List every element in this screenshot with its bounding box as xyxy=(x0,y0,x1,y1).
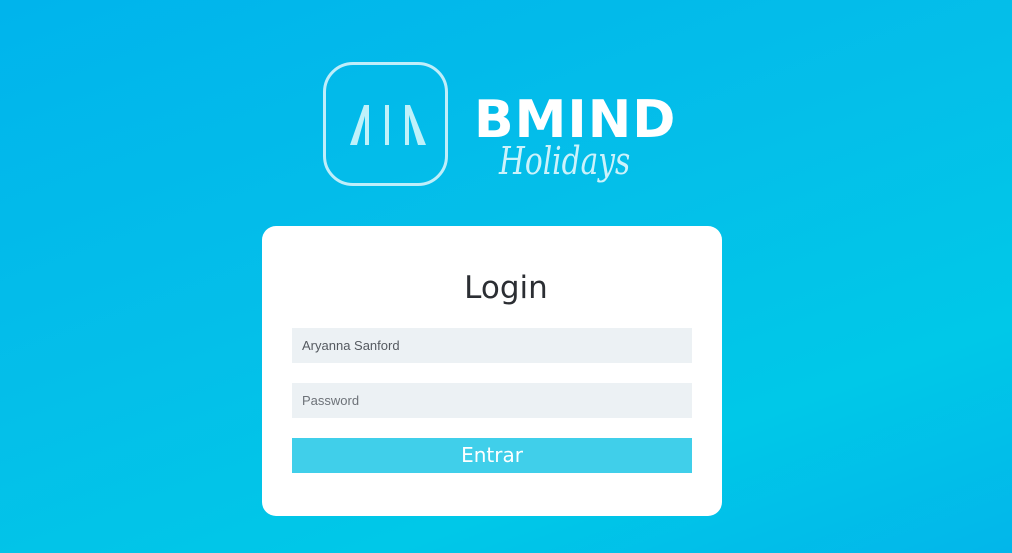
logo-glyph xyxy=(350,105,426,145)
username-input[interactable] xyxy=(292,328,692,363)
login-title: Login xyxy=(464,270,548,306)
bmind-logo-icon xyxy=(323,62,448,186)
password-input[interactable] xyxy=(292,383,692,418)
brand-subtitle: Holidays xyxy=(499,139,631,183)
brand-logo: BMIND Holidays xyxy=(323,62,675,192)
login-button[interactable]: Entrar xyxy=(292,438,692,473)
